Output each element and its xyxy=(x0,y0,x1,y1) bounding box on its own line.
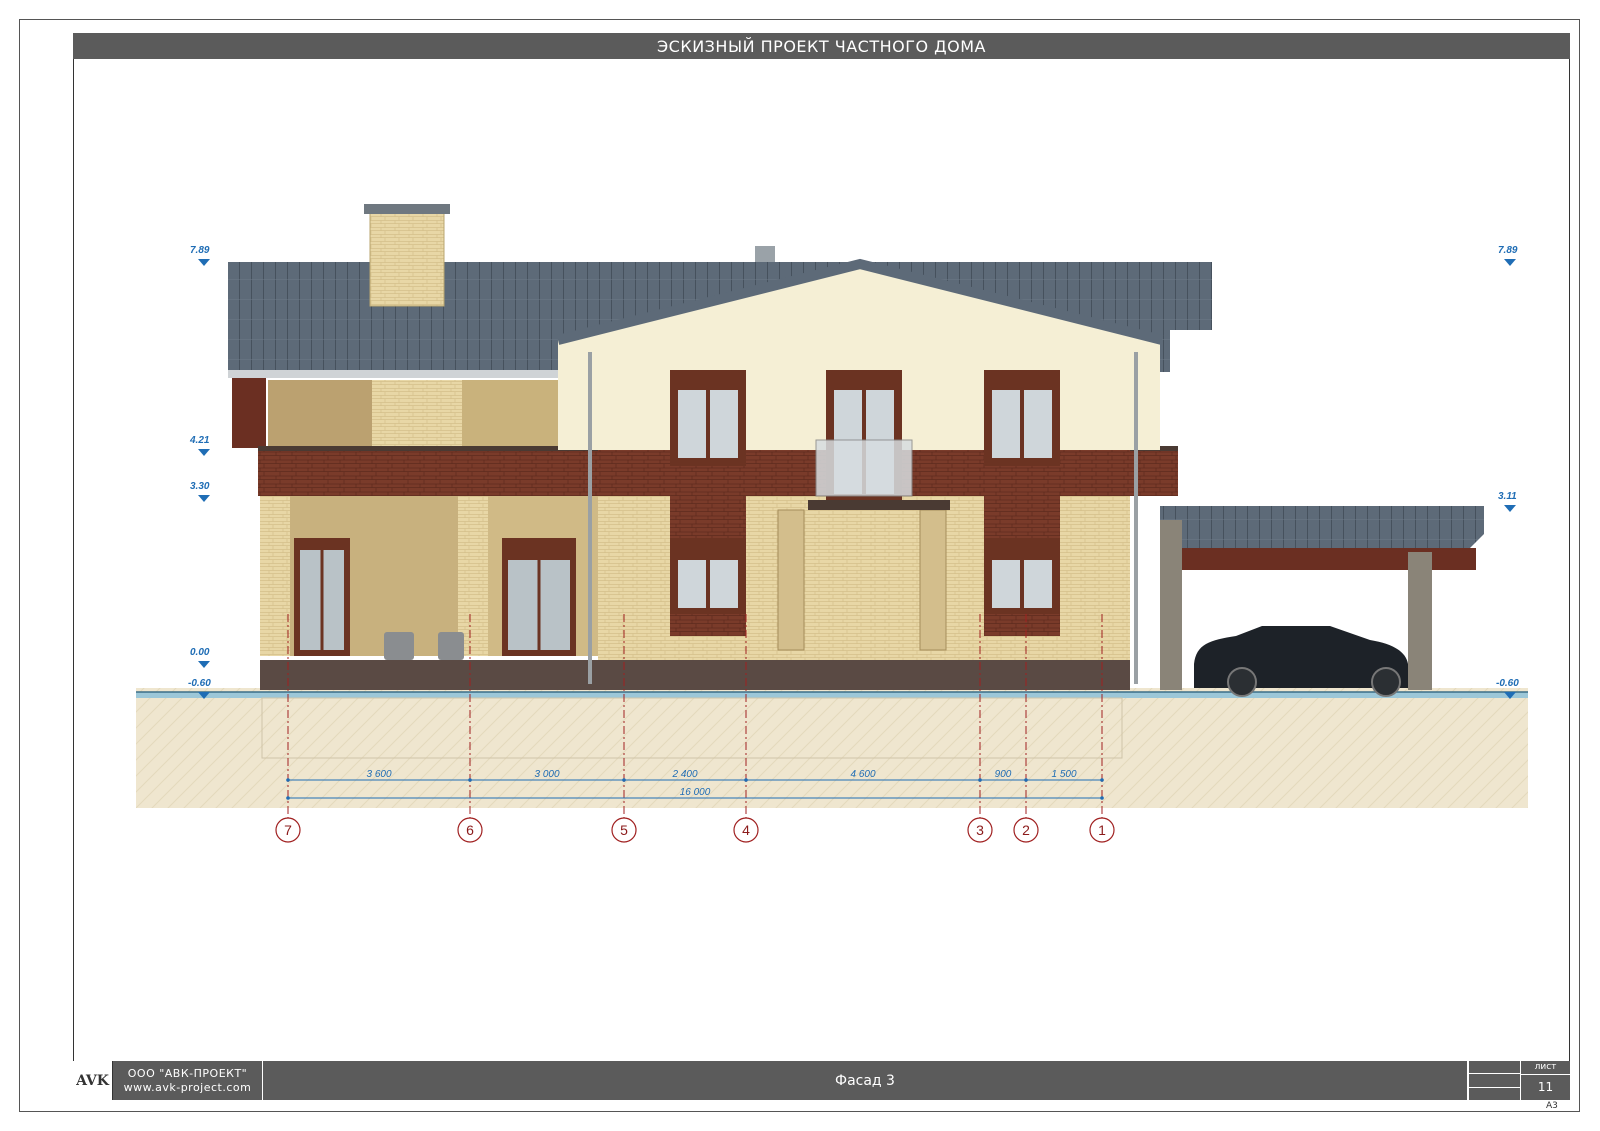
title-block: AVK ООО "АВК-ПРОЕКТ" www.avk-project.com… xyxy=(73,1061,1570,1100)
chimney xyxy=(369,209,445,307)
window-1f-left xyxy=(670,538,746,614)
pilaster-1 xyxy=(777,509,805,651)
balcony-slab xyxy=(808,500,950,510)
axis-label-7: 7 xyxy=(284,822,292,838)
axis-label-5: 5 xyxy=(620,822,628,838)
ground-section xyxy=(136,688,1528,808)
vent-pipe xyxy=(755,246,775,262)
window-1f-right xyxy=(984,538,1060,614)
glass-balcony xyxy=(815,439,913,497)
dim-segment-6: 1 500 xyxy=(1051,769,1076,780)
level-right-top: 7.89 xyxy=(1498,245,1518,256)
sheet-number-cell: лист 11 xyxy=(1520,1061,1570,1100)
dim-segment-4: 4 600 xyxy=(850,769,875,780)
level-left-ground: -0.60 xyxy=(188,678,211,689)
window-2f-left xyxy=(670,370,746,466)
level-marks-left: 7.89 4.21 3.30 0.00 -0.60 xyxy=(188,245,211,699)
axis-label-3: 3 xyxy=(976,822,984,838)
dim-total: 16 000 xyxy=(680,787,711,798)
level-marks-right: 7.89 3.11 -0.60 xyxy=(1496,245,1519,699)
terrace-chair-2 xyxy=(438,632,464,660)
level-right-canopy: 3.11 xyxy=(1498,491,1517,502)
facade-drawing: 7.89 4.21 3.30 0.00 -0.60 7.89 3.11 -0.6… xyxy=(136,204,1528,843)
axis-label-1: 1 xyxy=(1098,822,1106,838)
level-left-top: 7.89 xyxy=(190,245,210,256)
pilaster-2 xyxy=(919,509,947,651)
title-block-blank-cell xyxy=(1468,1061,1520,1100)
car xyxy=(1194,626,1408,697)
sheet-label: лист xyxy=(1521,1061,1570,1075)
axis-bubbles xyxy=(275,817,1115,843)
sheet-number: 11 xyxy=(1537,1080,1554,1094)
terrace-chair-1 xyxy=(384,632,414,660)
axis-label-2: 2 xyxy=(1022,822,1030,838)
left-fascia xyxy=(232,378,266,448)
carport-roof xyxy=(1160,506,1484,548)
paper-format: А3 xyxy=(1546,1101,1558,1111)
terrace-door-left xyxy=(294,538,350,656)
level-left-zero: 0.00 xyxy=(190,647,210,658)
level-right-ground: -0.60 xyxy=(1496,678,1519,689)
terrace-door-right xyxy=(502,538,576,656)
window-2f-right xyxy=(984,370,1060,466)
axis-label-4: 4 xyxy=(742,822,750,838)
sheet-name: Фасад 3 xyxy=(263,1061,1468,1100)
level-left-eave: 4.21 xyxy=(189,435,210,446)
dim-segment-5: 900 xyxy=(995,769,1012,780)
axis-label-6: 6 xyxy=(466,822,474,838)
company-info: ООО "АВК-ПРОЕКТ" www.avk-project.com xyxy=(113,1061,263,1100)
carport-post-2 xyxy=(1408,552,1432,690)
company-website: www.avk-project.com xyxy=(123,1080,252,1094)
dim-segment-1: 3 600 xyxy=(366,769,391,780)
dim-segment-2: 3 000 xyxy=(534,769,559,780)
logo-text: AVK xyxy=(76,1072,109,1089)
chimney-cap xyxy=(364,204,450,214)
company-name: ООО "АВК-ПРОЕКТ" xyxy=(127,1066,248,1080)
company-logo: AVK xyxy=(73,1061,113,1100)
level-left-floor2: 3.30 xyxy=(190,481,210,492)
column-left xyxy=(260,496,290,656)
plinth xyxy=(260,660,1130,690)
carport-post-1 xyxy=(1160,520,1182,690)
column-middle xyxy=(458,496,488,656)
loggia-chimney-stack xyxy=(372,380,462,450)
dim-segment-3: 2 400 xyxy=(671,769,697,780)
ground-line xyxy=(136,692,1528,698)
